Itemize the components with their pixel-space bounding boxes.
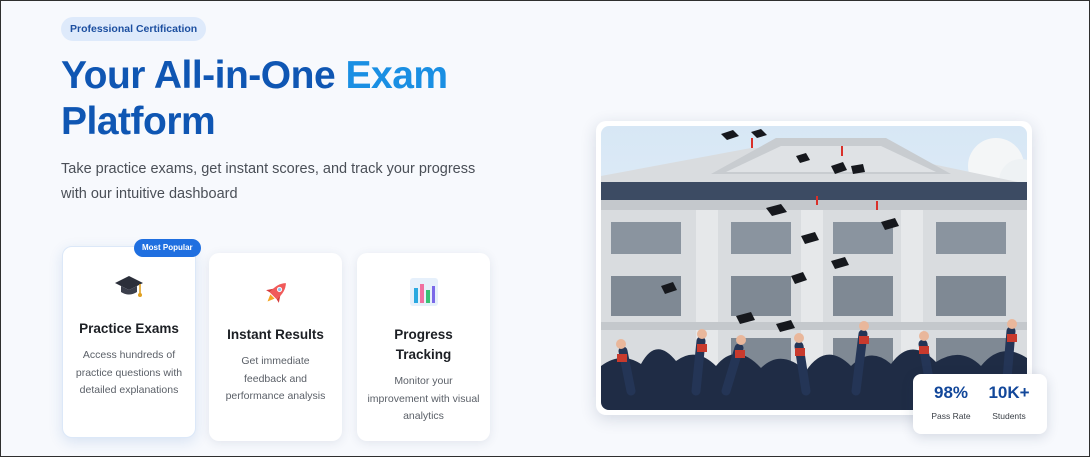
title-accent: Exam	[345, 54, 449, 97]
feature-card-practice-exams[interactable]: Practice Exams Access hundreds of practi…	[62, 246, 196, 438]
feature-description: Get immediate feedback and performance a…	[225, 355, 326, 402]
stat-value: 98%	[933, 383, 969, 402]
graduation-photo	[596, 121, 1032, 415]
title-end: Platform	[61, 100, 216, 143]
stat-label: Students	[992, 411, 1026, 421]
feature-title: Practice Exams	[79, 321, 179, 336]
hero-subtitle: Take practice exams, get instant scores,…	[61, 161, 476, 202]
stat-label: Pass Rate	[931, 411, 971, 421]
title-main: Your All-in-One	[61, 54, 336, 97]
landing-hero: Professional Certification Your All-in-O…	[0, 0, 1090, 457]
feature-card-instant-results[interactable]: Instant Results Get immediate feedback a…	[209, 253, 342, 441]
graduation-image	[601, 126, 1027, 410]
stat-value: 10K+	[988, 383, 1030, 402]
feature-title: Progress Tracking	[394, 327, 453, 362]
bar-chart-icon	[409, 278, 438, 306]
page-title: Your All-in-One Exam Platform	[61, 53, 581, 145]
graduation-cap-icon	[115, 276, 143, 297]
stat-pass-rate: 98% Pass Rate	[925, 382, 977, 423]
rocket-icon	[265, 283, 286, 303]
stats-card: 98% Pass Rate 10K+ Students	[913, 374, 1047, 434]
feature-title: Instant Results	[227, 327, 324, 342]
certification-badge: Professional Certification	[61, 17, 207, 41]
feature-description: Access hundreds of practice questions wi…	[75, 349, 183, 396]
feature-description: Monitor your improvement with visual ana…	[367, 375, 480, 422]
stat-students: 10K+ Students	[983, 382, 1035, 423]
most-popular-badge: Most Popular	[134, 239, 201, 257]
feature-card-progress-tracking[interactable]: Progress Tracking Monitor your improveme…	[357, 253, 490, 441]
